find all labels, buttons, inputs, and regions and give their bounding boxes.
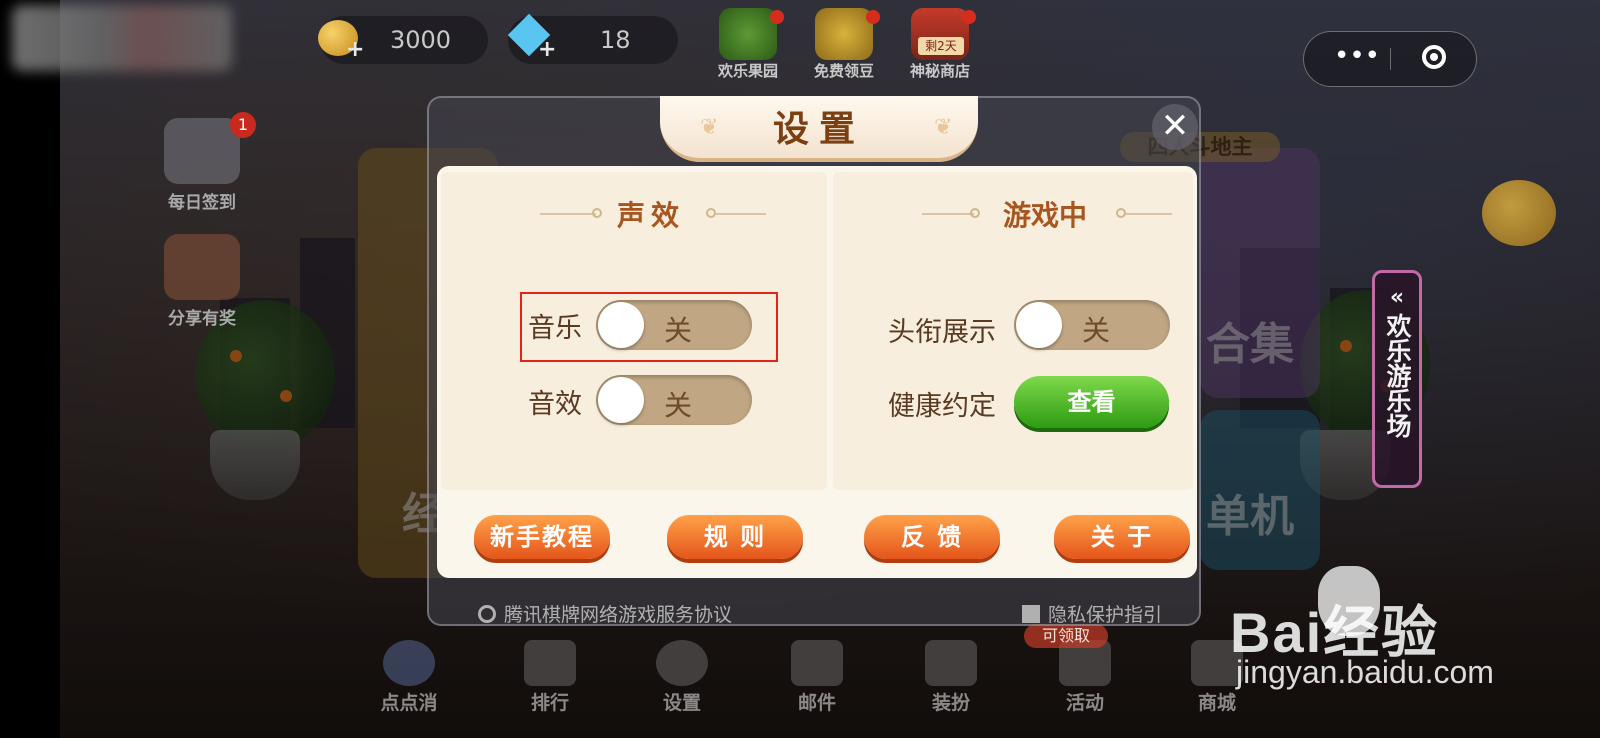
orchard-notify-dot: [770, 10, 784, 24]
feedback-button[interactable]: 反 馈: [864, 515, 1000, 559]
service-agreement-text: 腾讯棋牌网络游戏服务协议: [504, 604, 733, 626]
free-beans-label: 免费领豆: [813, 62, 874, 80]
document-icon: [1022, 605, 1040, 623]
mini-program-capsule: •••: [1303, 31, 1477, 87]
bar-chart-icon: [524, 640, 576, 686]
nav-events-label: 活动: [1065, 692, 1104, 714]
mascot-avatar[interactable]: [1482, 180, 1556, 246]
add-coin-icon[interactable]: +: [346, 26, 364, 74]
rules-button[interactable]: 规 则: [667, 515, 803, 559]
husky-game-icon: [383, 640, 435, 686]
sfx-label: 音效: [528, 389, 582, 420]
add-gem-icon[interactable]: +: [538, 26, 556, 74]
sound-section-header: 声效: [616, 199, 685, 232]
watermark-url: jingyan.baidu.com: [1236, 654, 1494, 690]
ingame-section-header: 游戏中: [1002, 199, 1087, 232]
nav-dianxiao-label: 点点消: [380, 692, 438, 714]
share-reward-label: 分享有奖: [168, 309, 236, 329]
title-display-toggle-state: 关: [1082, 314, 1111, 347]
tutorial-button[interactable]: 新手教程: [474, 515, 610, 559]
music-highlight-box: [520, 292, 778, 362]
gem-counter[interactable]: + 18: [507, 13, 678, 64]
user-name-blurred: [12, 5, 232, 71]
health-agreement-label: 健康约定: [888, 391, 996, 422]
nav-dressup-label: 装扮: [931, 692, 970, 714]
events-claimable-tag: 可领取: [1024, 624, 1108, 648]
more-options-icon[interactable]: •••: [1324, 43, 1390, 74]
envelope-icon: [791, 640, 843, 686]
happy-park-label: 欢乐游乐场: [1383, 313, 1412, 438]
daily-checkin-label: 每日签到: [168, 193, 236, 213]
orchard-label: 欢乐果园: [717, 62, 778, 80]
about-button[interactable]: 关 于: [1054, 515, 1190, 559]
daily-checkin-badge: 1: [230, 112, 256, 138]
nav-ranking-label: 排行: [530, 692, 569, 714]
shop-days-left-tag: 剩2天: [918, 37, 964, 55]
free-beans-notify-dot: [866, 10, 880, 24]
service-agreement-link[interactable]: 腾讯棋牌网络游戏服务协议: [478, 600, 732, 627]
shirt-icon: [925, 640, 977, 686]
nav-events[interactable]: 活动: [1040, 640, 1130, 715]
chevron-left-icon: «: [1389, 285, 1405, 310]
nav-store-label: 商城: [1197, 692, 1236, 714]
close-mini-program-icon[interactable]: [1422, 45, 1446, 69]
coin-amount: 3000: [390, 26, 452, 54]
leaf-ornament-icon: [970, 208, 980, 218]
mystery-shop-label: 神秘商店: [909, 62, 970, 80]
privacy-guide-link[interactable]: 隐私保护指引: [1022, 600, 1162, 627]
gem-amount: 18: [600, 26, 631, 54]
leaf-ornament-icon: [1116, 208, 1126, 218]
nav-mail[interactable]: 邮件: [772, 640, 862, 715]
nav-ranking[interactable]: 排行: [505, 640, 595, 715]
nav-settings[interactable]: 设置: [637, 640, 727, 715]
coin-counter[interactable]: + 3000: [318, 16, 488, 64]
leaf-ornament-icon: [706, 208, 716, 218]
tencent-logo-icon: [478, 605, 496, 623]
view-health-button[interactable]: 查看: [1014, 376, 1169, 428]
sfx-toggle[interactable]: 关: [596, 375, 752, 425]
dialog-title: 设置: [772, 109, 865, 150]
nav-mail-label: 邮件: [797, 692, 836, 714]
tv-icon: [815, 8, 873, 60]
fruit-tree-icon: [719, 8, 777, 60]
gift-bag-icon: [164, 234, 240, 300]
sfx-toggle-state: 关: [664, 389, 693, 422]
title-display-toggle[interactable]: 关: [1014, 300, 1170, 350]
gear-icon: [656, 640, 708, 686]
calendar-check-icon: [164, 118, 240, 184]
privacy-guide-text: 隐私保护指引: [1048, 604, 1163, 626]
nav-settings-label: 设置: [662, 692, 701, 714]
shop-notify-dot: [962, 10, 976, 24]
happy-park-banner[interactable]: « 欢乐游乐场: [1372, 270, 1422, 488]
title-display-label: 头衔展示: [888, 317, 996, 348]
close-icon[interactable]: ✕: [1152, 104, 1198, 150]
nav-dressup[interactable]: 装扮: [906, 640, 996, 715]
share-reward-button[interactable]: 分享有奖: [142, 234, 262, 329]
nav-dianxiao[interactable]: 点点消: [364, 640, 454, 715]
leaf-ornament-icon: [592, 208, 602, 218]
